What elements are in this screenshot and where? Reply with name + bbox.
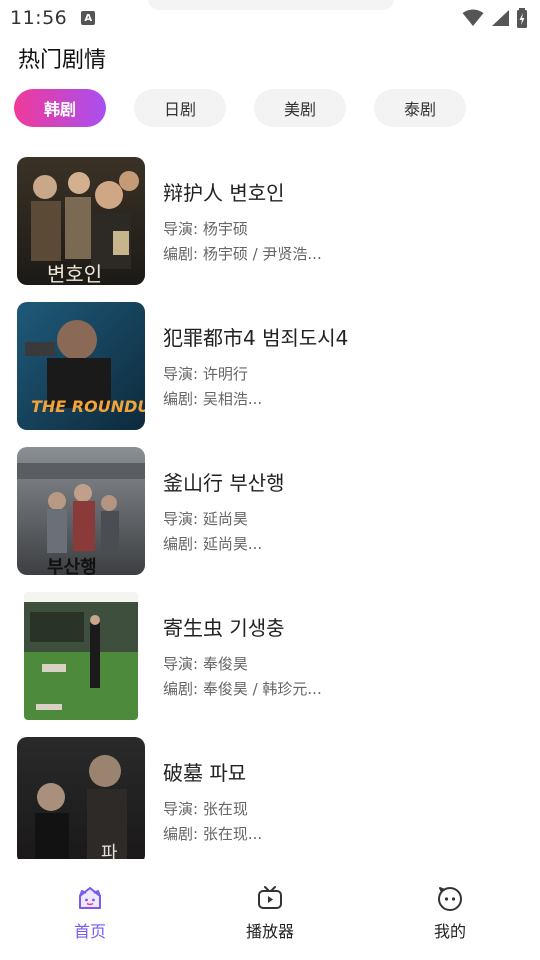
drama-title: 辩护人 변호인 — [163, 181, 285, 205]
poster-image: 변호인 — [17, 157, 145, 285]
poster-title: 변호인 — [47, 262, 102, 285]
poster-title: THE ROUNDUP — [31, 397, 145, 416]
face-icon — [438, 887, 462, 911]
tv-icon — [258, 886, 282, 909]
list-item[interactable]: THE ROUNDUP 犯罪都市4 범죄도시4 导演: 许明行 编剧: 吴相浩.… — [17, 302, 527, 430]
wifi-icon — [462, 9, 484, 26]
nav-mine[interactable]: 我的 — [360, 868, 540, 960]
bottom-nav: 首页 播放器 我的 — [0, 868, 540, 960]
drama-writer: 编剧: 奉俊昊 / 韩珍元... — [163, 680, 322, 698]
poster-image: 파 — [17, 737, 145, 859]
poster-image: 부산행 — [17, 447, 145, 575]
list-item[interactable]: 寄生虫 기생충 导演: 奉俊昊 编剧: 奉俊昊 / 韩珍元... — [17, 592, 527, 720]
list-item[interactable]: 파 破墓 파묘 导演: 张在现 编剧: 张在现... — [17, 737, 527, 859]
drama-writer: 编剧: 延尚昊... — [163, 535, 263, 553]
tab-korean[interactable]: 韩剧 — [14, 89, 106, 127]
tab-thai[interactable]: 泰剧 — [374, 89, 466, 127]
accessibility-a-icon: A — [81, 11, 96, 25]
poster-title: 파 — [101, 843, 118, 859]
nav-mine-label: 我的 — [433, 922, 466, 941]
drama-title: 寄生虫 기생충 — [163, 616, 285, 640]
list-item[interactable]: 부산행 釜山行 부산행 导演: 延尚昊 编剧: 延尚昊... — [17, 447, 527, 575]
nav-player[interactable]: 播放器 — [180, 868, 360, 960]
status-bar: 11:56 A — [0, 0, 540, 36]
drama-writer: 编剧: 杨宇硕 / 尹贤浩... — [163, 245, 322, 263]
nav-home-label: 首页 — [73, 922, 106, 941]
poster-image — [24, 592, 138, 720]
camera-notch — [148, 0, 394, 10]
drama-writer: 编剧: 张在现... — [163, 825, 263, 843]
list-item[interactable]: 변호인 辩护人 변호인 导演: 杨宇硕 编剧: 杨宇硕 / 尹贤浩... — [17, 157, 527, 285]
drama-director: 导演: 张在现 — [163, 800, 248, 818]
drama-director: 导演: 杨宇硕 — [163, 220, 248, 238]
drama-title: 犯罪都市4 범죄도시4 — [163, 326, 349, 350]
poster-image: THE ROUNDUP — [17, 302, 145, 430]
status-time: 11:56 — [10, 7, 68, 29]
battery-icon — [517, 8, 527, 28]
tab-japanese[interactable]: 日剧 — [134, 89, 226, 127]
nav-home[interactable]: 首页 — [0, 868, 180, 960]
drama-list: 변호인 辩护人 변호인 导演: 杨宇硕 编剧: 杨宇硕 / 尹贤浩... THE… — [0, 157, 540, 859]
drama-title: 破墓 파묘 — [163, 761, 247, 785]
drama-writer: 编剧: 吴相浩... — [163, 390, 263, 408]
signal-icon — [492, 10, 509, 26]
tab-american[interactable]: 美剧 — [254, 89, 346, 127]
poster-title: 부산행 — [47, 557, 97, 575]
drama-title: 釜山行 부산행 — [163, 471, 285, 495]
drama-director: 导演: 延尚昊 — [163, 510, 248, 528]
nav-player-label: 播放器 — [245, 922, 294, 941]
category-tabs: 韩剧 日剧 美剧 泰剧 — [14, 89, 466, 127]
page-title: 热门剧情 — [18, 48, 107, 73]
drama-director: 导演: 奉俊昊 — [163, 655, 248, 673]
drama-director: 导演: 许明行 — [163, 365, 248, 383]
home-icon — [79, 887, 101, 909]
